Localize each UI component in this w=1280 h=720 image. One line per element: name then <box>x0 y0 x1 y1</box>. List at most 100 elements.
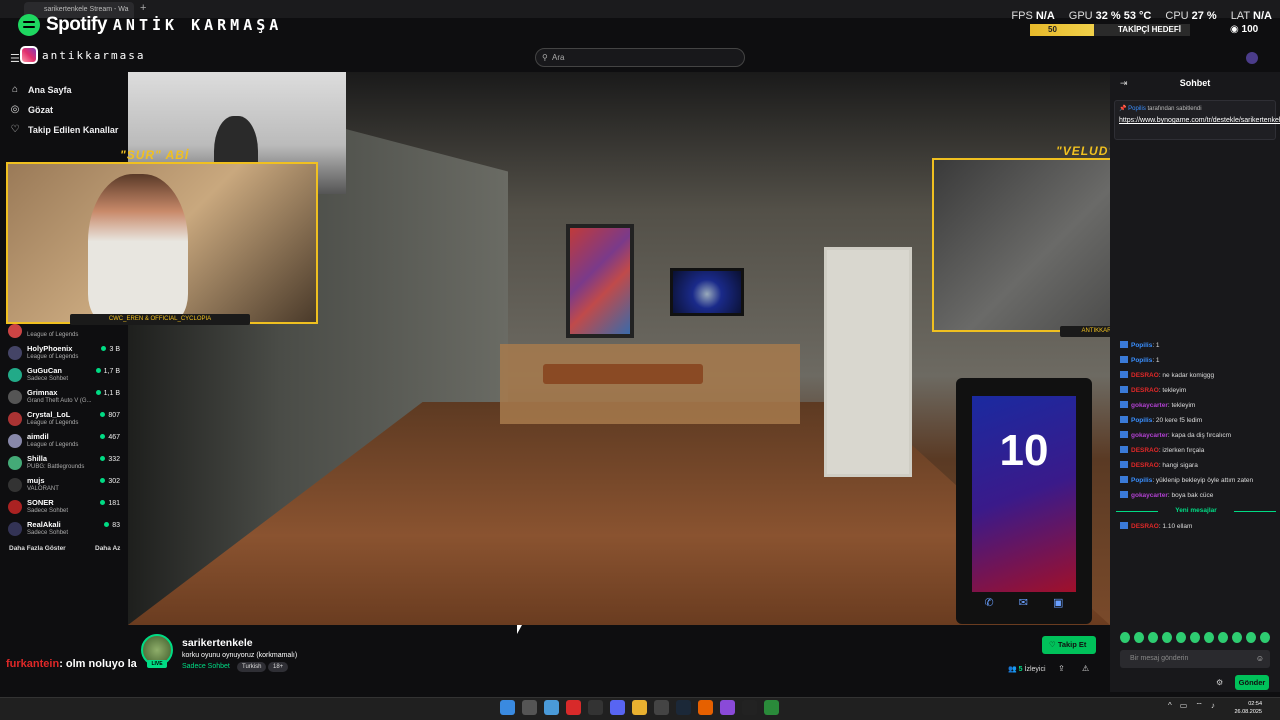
nav-browse[interactable]: ◎ Gözat <box>10 104 53 115</box>
chat-username[interactable]: DESRAO <box>1131 523 1159 530</box>
search-input[interactable]: ⚲ Ara <box>535 48 745 67</box>
chat-username[interactable]: gokaycarter <box>1131 432 1168 439</box>
chat-message: Popilis: yüklenip bekleyip öyle attım za… <box>1120 476 1253 484</box>
performance-stats: FPS N/A GPU 32 % 53 °C CPU 27 % LAT N/A <box>1011 10 1272 22</box>
stat-cpu: CPU 27 % <box>1165 10 1217 22</box>
steam-icon[interactable] <box>676 700 691 715</box>
instagram-overlay: antikkarmasa <box>20 46 145 64</box>
chat-message: gokaycarter: kapa da diş fırcalıcm <box>1120 431 1231 439</box>
start-icon[interactable] <box>500 700 515 715</box>
app-icon[interactable] <box>764 700 779 715</box>
cam-sur-credit: CWC_EREN & OFFICIAL_CYCLOPIA <box>70 314 250 325</box>
channel-name[interactable]: sarikertenkele <box>182 637 253 649</box>
channel-avatar <box>8 456 22 470</box>
game-cabinet <box>500 344 800 424</box>
pinned-message[interactable]: 📌 Popilis tarafından sabitlendi https://… <box>1114 100 1280 140</box>
chat-panel <box>1110 72 1280 692</box>
sidebar-channel[interactable]: aimdil League of Legends 467 <box>8 432 120 454</box>
emote-icon[interactable] <box>1162 632 1172 643</box>
channel-viewers: 332 <box>100 456 120 463</box>
overlay-chat-line: furkantein: olm noluyo la <box>6 658 137 670</box>
app-icon[interactable] <box>566 700 581 715</box>
stream-category[interactable]: Sadece Sohbet <box>182 663 230 670</box>
sidebar-channel[interactable]: GuGuCan Sadece Sohbet 1,7 B <box>8 366 120 388</box>
emote-icon[interactable] <box>1190 632 1200 643</box>
chat-text: : boya bak cüce <box>1167 492 1214 499</box>
report-icon[interactable]: ⚠ <box>1082 664 1089 673</box>
show-less-button[interactable]: Daha Az <box>95 545 120 552</box>
app-icon[interactable] <box>720 700 735 715</box>
chat-badge-icon <box>1120 371 1128 378</box>
sidebar-channel[interactable]: Crystal_LoL League of Legends 807 <box>8 410 120 432</box>
sidebar-channel[interactable]: Grimnax Grand Theft Auto V (G... 1,1 B <box>8 388 120 410</box>
emote-icon[interactable] <box>1120 632 1130 643</box>
tag-turkish[interactable]: Turkish <box>237 662 267 672</box>
tray-chevron-icon[interactable]: ^ <box>1168 701 1172 711</box>
file-explorer-icon[interactable] <box>632 700 647 715</box>
app-icon[interactable] <box>588 700 603 715</box>
user-avatar[interactable] <box>1246 52 1258 64</box>
emote-icon[interactable] <box>1260 632 1270 643</box>
show-more-button[interactable]: Daha Fazla Göster <box>9 545 66 552</box>
sidebar-channel[interactable]: RealAkali Sadece Sohbet 83 <box>8 520 120 542</box>
chat-username[interactable]: DESRAO <box>1131 372 1159 379</box>
emote-icon[interactable] <box>1204 632 1214 643</box>
emote-icon[interactable] <box>1232 632 1242 643</box>
volume-icon[interactable]: ♪ <box>1211 701 1215 711</box>
firefox-icon[interactable] <box>698 700 713 715</box>
obs-icon[interactable] <box>742 700 757 715</box>
chat-username[interactable]: DESRAO <box>1131 462 1159 469</box>
channel-game: Sadece Sohbet <box>27 376 69 382</box>
channel-name: GuGuCan <box>27 366 62 375</box>
sidebar-channel[interactable]: League of Legends <box>8 322 120 344</box>
chat-username[interactable]: Popilis <box>1131 342 1152 349</box>
stat-lat: LAT N/A <box>1230 10 1272 22</box>
pinned-link[interactable]: https://www.bynogame.com/tr/destekle/sar… <box>1119 116 1280 125</box>
chat-username[interactable]: Popilis <box>1131 477 1152 484</box>
chat-username[interactable]: Popilis <box>1131 357 1152 364</box>
taskbar-search-icon[interactable] <box>522 700 537 715</box>
emoji-picker-icon[interactable]: ☺ <box>1256 654 1264 663</box>
chat-username[interactable]: gokaycarter <box>1131 402 1168 409</box>
chat-input[interactable]: Bir mesaj gönderin ☺ <box>1120 650 1270 668</box>
emote-icon[interactable] <box>1218 632 1228 643</box>
chat-message: gokaycarter: tekleyim <box>1120 401 1195 409</box>
follow-button[interactable]: ♡ Takip Et <box>1042 636 1096 654</box>
chat-username[interactable]: DESRAO <box>1131 447 1159 454</box>
spotify-track: ANTİK KARMAŞA <box>112 16 283 34</box>
chat-text: : izlerken fırçala <box>1158 447 1205 454</box>
goal-current: 50 <box>1048 25 1057 34</box>
sidebar-channel[interactable]: mujs VALORANT 302 <box>8 476 120 498</box>
channel-game: Grand Theft Auto V (G... <box>27 398 92 404</box>
chat-message: DESRAO: 1.10 ellam <box>1120 522 1192 530</box>
copilot-icon[interactable] <box>544 700 559 715</box>
chat-username[interactable]: DESRAO <box>1131 387 1159 394</box>
sidebar-channel[interactable]: HolyPhoenix League of Legends 3 B <box>8 344 120 366</box>
sidebar-channel[interactable]: SONER Sadece Sohbet 181 <box>8 498 120 520</box>
network-icon[interactable]: ⌔ <box>1195 701 1203 711</box>
tray-app-icon[interactable]: ▭ <box>1180 701 1188 711</box>
emote-icon[interactable] <box>1148 632 1158 643</box>
system-clock[interactable]: 02:54 26.08.2025 <box>1228 700 1262 716</box>
emote-icon[interactable] <box>1134 632 1144 643</box>
app-icon[interactable] <box>654 700 669 715</box>
chat-badge-icon <box>1120 341 1128 348</box>
chat-settings-gear-icon[interactable]: ⚙ <box>1216 678 1223 687</box>
chat-text: : 1 <box>1152 342 1160 349</box>
share-icon[interactable]: ⇪ <box>1058 664 1065 673</box>
phone-mail-icon: ✉ <box>1018 597 1028 609</box>
discord-icon[interactable] <box>610 700 625 715</box>
emote-icon[interactable] <box>1246 632 1256 643</box>
menu-icon[interactable]: ☰ <box>10 52 20 65</box>
chat-username[interactable]: Popilis <box>1131 417 1152 424</box>
nav-home[interactable]: ⌂ Ana Sayfa <box>10 84 72 95</box>
chat-username[interactable]: gokaycarter <box>1131 492 1168 499</box>
sidebar-channel[interactable]: Shilla PUBG: Battlegrounds 332 <box>8 454 120 476</box>
channel-name: mujs <box>27 476 45 485</box>
channel-avatar <box>8 324 22 338</box>
tag-mature[interactable]: 18+ <box>268 662 289 672</box>
chat-text: : hangi sigara <box>1158 462 1198 469</box>
send-button[interactable]: Gönder <box>1235 675 1269 690</box>
emote-icon[interactable] <box>1176 632 1186 643</box>
nav-following[interactable]: ♡ Takip Edilen Kanallar <box>10 124 119 135</box>
